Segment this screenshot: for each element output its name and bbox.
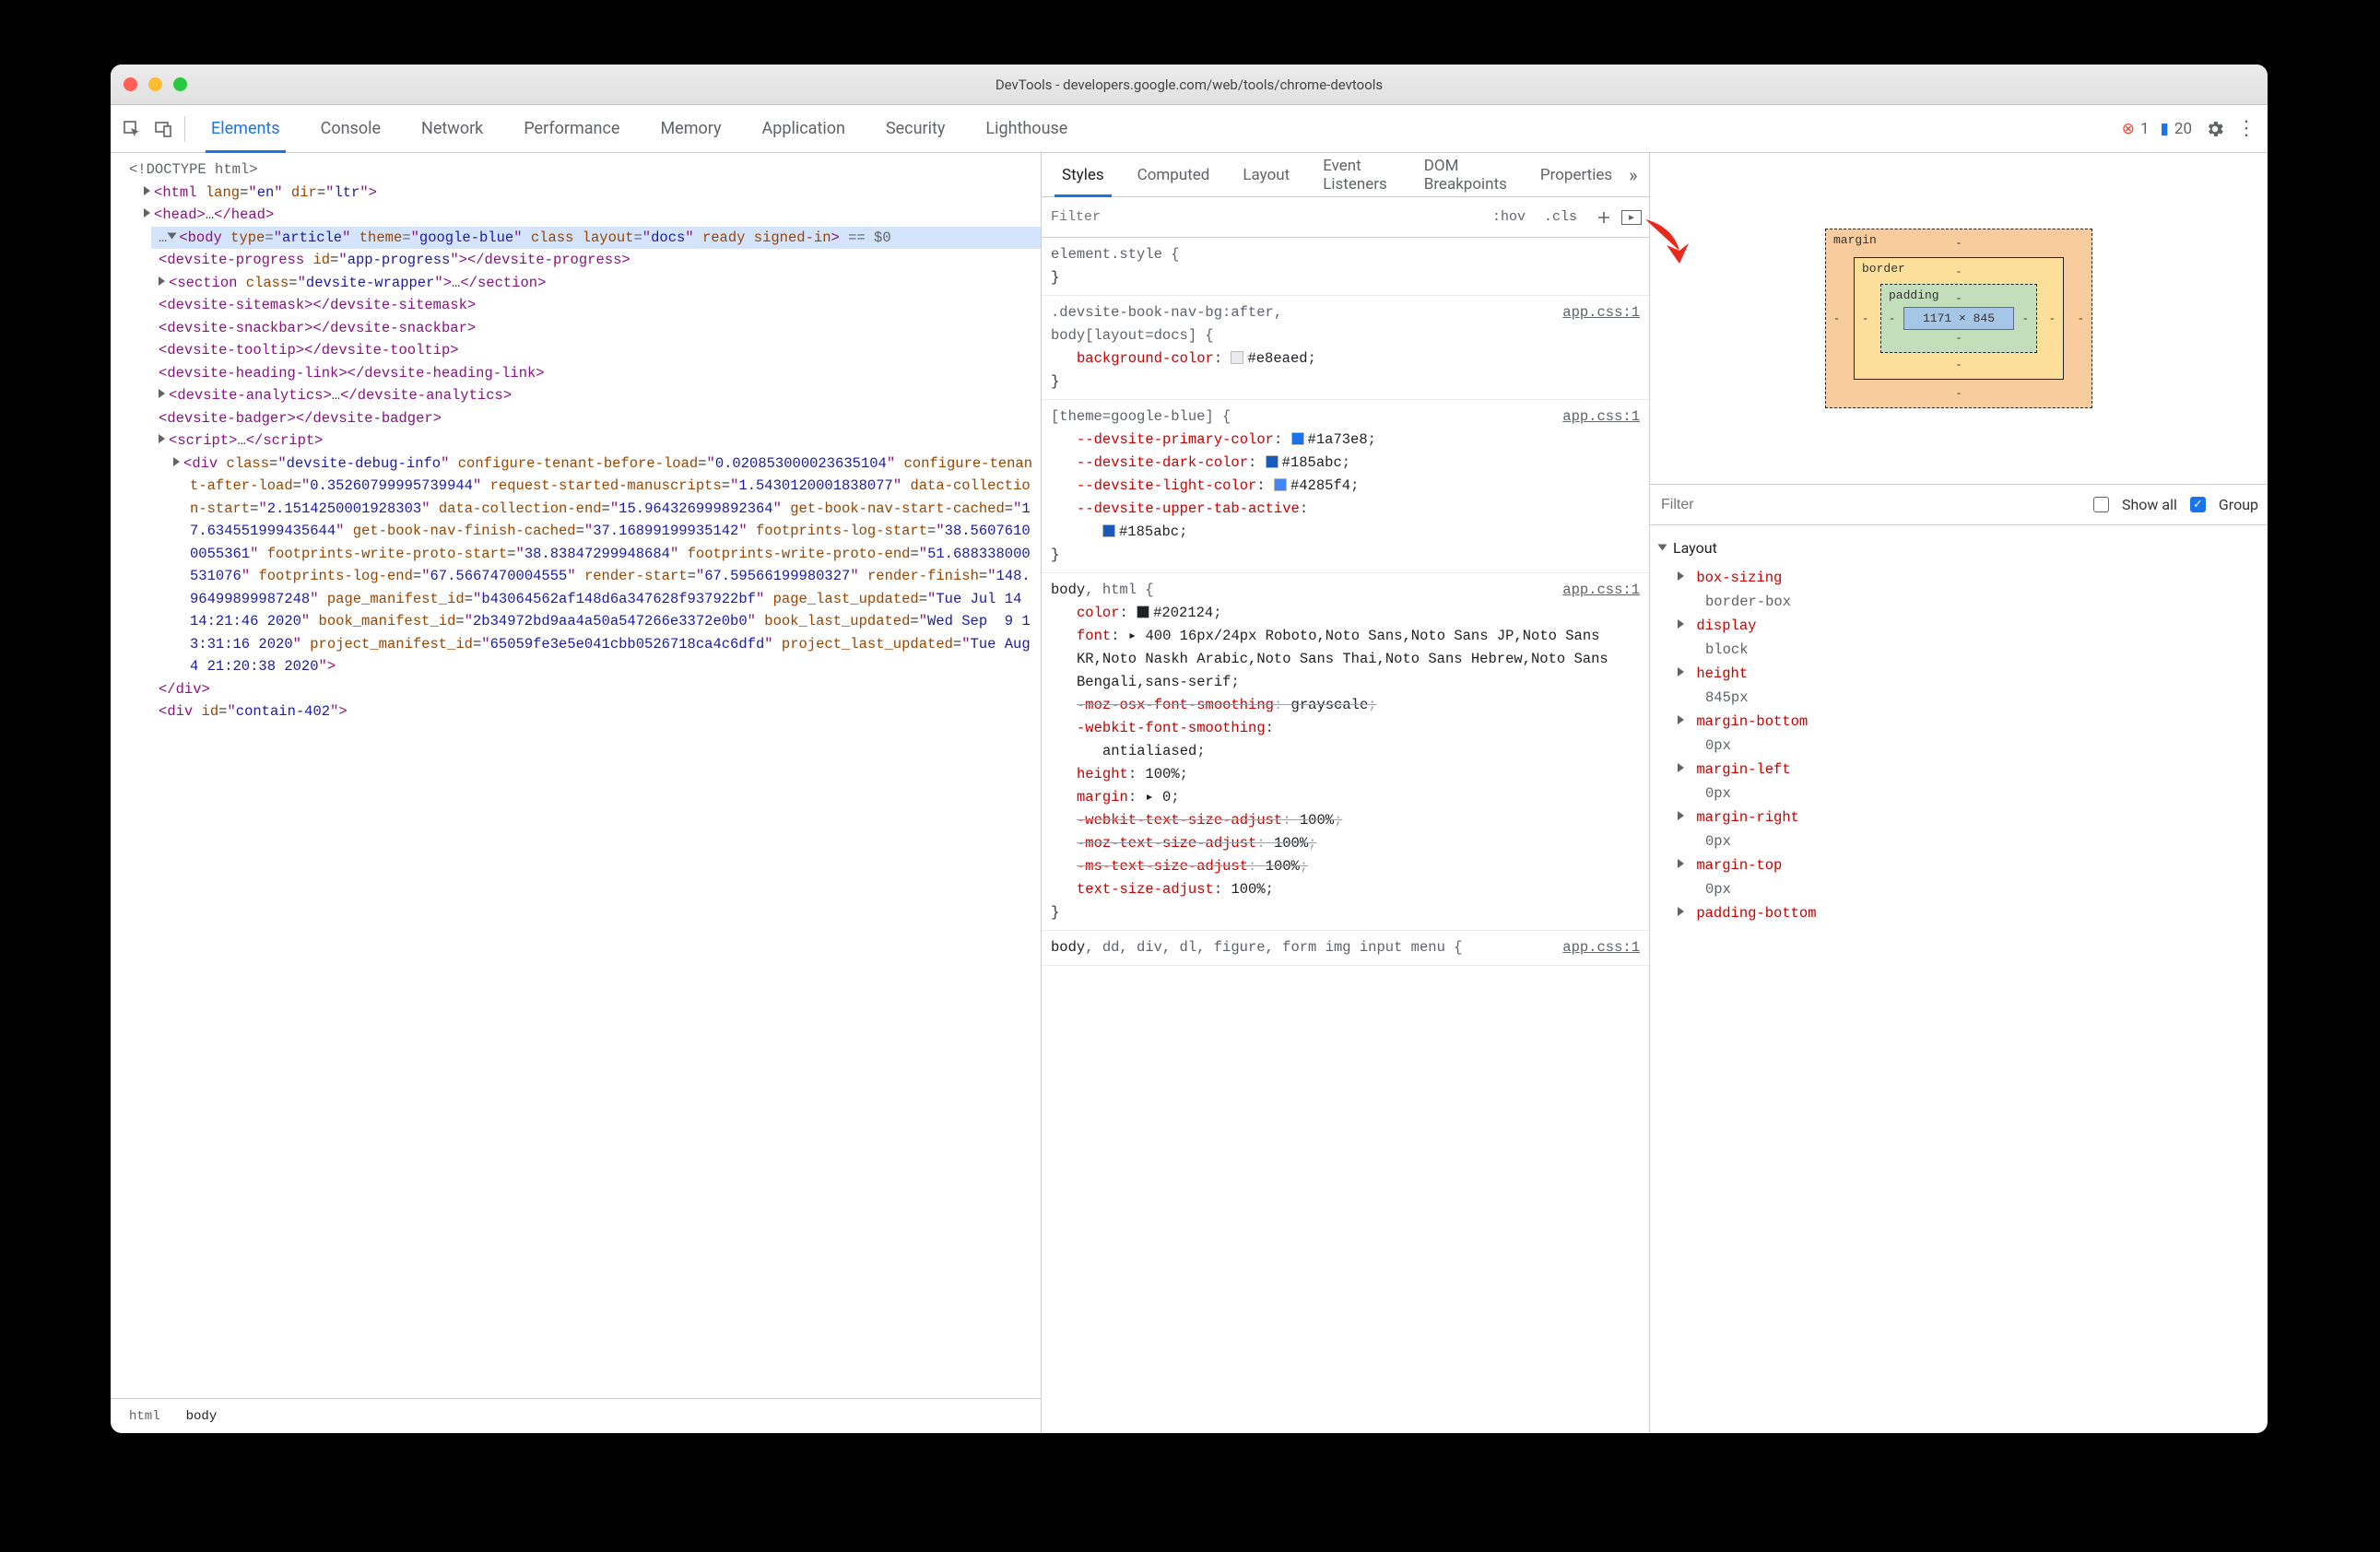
- traffic-lights: [124, 77, 187, 91]
- main-tab-bar: Elements Console Network Performance Mem…: [111, 105, 2268, 153]
- computed-property[interactable]: height845px: [1650, 662, 2268, 710]
- computed-property[interactable]: box-sizingborder-box: [1650, 566, 2268, 614]
- computed-list[interactable]: Layout box-sizingborder-box displayblock…: [1650, 525, 2268, 1433]
- breadcrumb[interactable]: html body: [111, 1398, 1041, 1433]
- box-margin-label: margin: [1833, 233, 1877, 247]
- computed-filter-bar: Show all Group: [1650, 485, 2268, 525]
- rule-source-link[interactable]: app.css:1: [1562, 301, 1640, 324]
- elements-pane: <!DOCTYPE html><html lang="en" dir="ltr"…: [111, 153, 1042, 1433]
- window-title: DevTools - developers.google.com/web/too…: [111, 76, 2268, 93]
- group-label: Group: [2219, 496, 2258, 513]
- breadcrumb-item[interactable]: body: [173, 1409, 230, 1424]
- rule-source-link[interactable]: app.css:1: [1562, 579, 1640, 602]
- computed-property[interactable]: padding-bottom: [1650, 901, 2268, 925]
- tab-security[interactable]: Security: [866, 105, 965, 152]
- error-count: 1: [2140, 120, 2150, 138]
- styles-filter-bar: :hov .cls ▸: [1042, 197, 1649, 238]
- group-checkbox[interactable]: [2190, 497, 2206, 512]
- tab-dom-breakpoints[interactable]: DOM Breakpoints: [1408, 153, 1524, 196]
- computed-property[interactable]: margin-bottom0px: [1650, 710, 2268, 758]
- tab-performance[interactable]: Performance: [503, 105, 640, 152]
- box-padding-label: padding: [1889, 288, 1939, 302]
- dom-tree-row[interactable]: <devsite-snackbar></devsite-snackbar>: [151, 317, 1041, 340]
- dom-tree-row[interactable]: <devsite-progress id="app-progress"></de…: [151, 249, 1041, 272]
- box-model[interactable]: margin - - - - border - - - - padding: [1650, 153, 2268, 485]
- dom-tree-row[interactable]: <html lang="en" dir="ltr">: [136, 182, 1041, 205]
- dom-tree-row[interactable]: …<body type="article" theme="google-blue…: [151, 227, 1041, 250]
- style-rule[interactable]: app.css:1[theme=google-blue] {--devsite-…: [1042, 400, 1649, 573]
- tab-event-listeners[interactable]: Event Listeners: [1306, 153, 1408, 196]
- rule-source-link[interactable]: app.css:1: [1562, 406, 1640, 429]
- maximize-icon[interactable]: [173, 77, 187, 91]
- dom-tree-row[interactable]: <section class="devsite-wrapper">…</sect…: [151, 272, 1041, 295]
- style-rule[interactable]: app.css:1body, html {color: #202124;font…: [1042, 573, 1649, 931]
- settings-icon[interactable]: [2205, 119, 2225, 139]
- dom-tree-row[interactable]: </div>: [151, 678, 1041, 701]
- more-tabs-icon[interactable]: »: [1629, 164, 1645, 186]
- dom-tree-row[interactable]: <head>…</head>: [136, 204, 1041, 227]
- computed-pane: margin - - - - border - - - - padding: [1650, 153, 2268, 1433]
- error-icon: ⊗: [2122, 120, 2135, 138]
- styles-filter-input[interactable]: [1042, 209, 1483, 225]
- more-styles-icon[interactable]: ▸: [1621, 210, 1642, 225]
- dom-tree-row[interactable]: <devsite-analytics>…</devsite-analytics>: [151, 384, 1041, 407]
- style-rules-list[interactable]: element.style {}app.css:1.devsite-book-n…: [1042, 238, 1649, 1433]
- new-style-rule-icon[interactable]: [1586, 209, 1621, 226]
- dom-tree-row[interactable]: <devsite-tooltip></devsite-tooltip>: [151, 339, 1041, 362]
- dom-tree-row[interactable]: <devsite-heading-link></devsite-heading-…: [151, 362, 1041, 385]
- show-all-checkbox[interactable]: [2093, 497, 2109, 512]
- dom-tree-row[interactable]: <script>…</script>: [151, 429, 1041, 453]
- minimize-icon[interactable]: [148, 77, 162, 91]
- tab-memory[interactable]: Memory: [640, 105, 741, 152]
- tab-network[interactable]: Network: [401, 105, 503, 152]
- dom-tree-row[interactable]: <div class="devsite-debug-info" configur…: [166, 453, 1041, 678]
- show-all-label: Show all: [2122, 496, 2177, 513]
- hover-toggle[interactable]: :hov: [1483, 209, 1535, 225]
- message-icon: ▮: [2161, 120, 2169, 138]
- computed-property[interactable]: margin-left0px: [1650, 758, 2268, 805]
- style-rule[interactable]: app.css:1.devsite-book-nav-bg:after,body…: [1042, 296, 1649, 400]
- tab-styles[interactable]: Styles: [1045, 153, 1121, 196]
- close-icon[interactable]: [124, 77, 137, 91]
- dom-tree-row[interactable]: <!DOCTYPE html>: [122, 159, 1041, 182]
- computed-property[interactable]: displayblock: [1650, 614, 2268, 662]
- computed-group[interactable]: Layout: [1650, 531, 2268, 566]
- styles-tab-bar: Styles Computed Layout Event Listeners D…: [1042, 153, 1649, 197]
- tab-elements[interactable]: Elements: [191, 105, 300, 152]
- dom-tree-row[interactable]: <devsite-badger></devsite-badger>: [151, 407, 1041, 430]
- box-border-label: border: [1862, 262, 1905, 276]
- cls-toggle[interactable]: .cls: [1535, 209, 1586, 225]
- dom-tree-row[interactable]: <devsite-sitemask></devsite-sitemask>: [151, 294, 1041, 317]
- tab-application[interactable]: Application: [742, 105, 866, 152]
- computed-filter-input[interactable]: [1659, 496, 2080, 514]
- message-count: 20: [2174, 120, 2192, 138]
- dom-tree-row[interactable]: <div id="contain-402">: [151, 700, 1041, 723]
- rule-selector[interactable]: element.style {: [1051, 246, 1180, 263]
- computed-property[interactable]: margin-right0px: [1650, 805, 2268, 853]
- issues-counter[interactable]: ⊗ 1 ▮ 20: [2122, 120, 2192, 138]
- tab-layout[interactable]: Layout: [1226, 153, 1306, 196]
- more-icon[interactable]: ⋮: [2236, 119, 2256, 139]
- tab-console[interactable]: Console: [300, 105, 401, 152]
- inspect-icon[interactable]: [122, 119, 142, 139]
- tab-lighthouse[interactable]: Lighthouse: [965, 105, 1088, 152]
- style-rule[interactable]: app.css:1body, dd, div, dl, figure, form…: [1042, 931, 1649, 966]
- computed-property[interactable]: margin-top0px: [1650, 853, 2268, 901]
- tab-computed[interactable]: Computed: [1121, 153, 1227, 196]
- box-content-size: 1171 × 845: [1903, 307, 2014, 330]
- tab-properties[interactable]: Properties: [1524, 153, 1629, 196]
- divider: [184, 116, 185, 142]
- rule-source-link[interactable]: app.css:1: [1562, 936, 1640, 959]
- dom-tree[interactable]: <!DOCTYPE html><html lang="en" dir="ltr"…: [111, 153, 1041, 1398]
- titlebar: DevTools - developers.google.com/web/too…: [111, 65, 2268, 105]
- device-toggle-icon[interactable]: [153, 119, 173, 139]
- breadcrumb-item[interactable]: html: [116, 1409, 173, 1424]
- devtools-window: DevTools - developers.google.com/web/too…: [111, 65, 2268, 1433]
- styles-pane: Styles Computed Layout Event Listeners D…: [1042, 153, 1650, 1433]
